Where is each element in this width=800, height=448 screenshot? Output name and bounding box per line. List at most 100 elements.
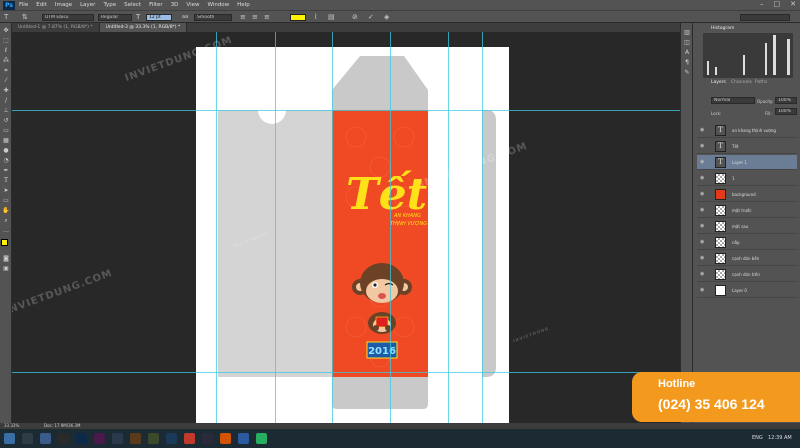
align-right-icon[interactable]: ≡ (264, 14, 270, 21)
layer-row[interactable]: ◉ 1 (697, 171, 797, 186)
more-tools-icon[interactable]: … (2, 227, 10, 235)
canvas-area[interactable]: Tết AN KHANG THỊNH VƯỢNG 2016 INVIETDUNG… (12, 32, 680, 424)
tab-untitled-3[interactable]: Untitled-3 @ 33.3% (1, RGB/8*) * (99, 23, 188, 32)
taskbar-app-icon[interactable] (130, 433, 141, 444)
taskbar-app-icon[interactable] (22, 433, 33, 444)
layer-row[interactable]: ◉ T Layer 1 (697, 155, 797, 170)
align-left-icon[interactable]: ≡ (240, 14, 246, 21)
3d-text-icon[interactable]: ◈ (384, 14, 389, 21)
visibility-eye-icon[interactable]: ◉ (700, 287, 704, 293)
visibility-eye-icon[interactable]: ◉ (700, 127, 704, 133)
gradient-tool-icon[interactable]: ▦ (2, 137, 10, 145)
menu-select[interactable]: Select (124, 2, 141, 8)
menu-file[interactable]: File (19, 2, 28, 8)
hotline-banner[interactable]: Hotline (024) 35 406 124 (632, 372, 800, 422)
toggle-orientation-icon[interactable]: ⇅ (22, 14, 28, 21)
lasso-tool-icon[interactable]: ℓ (2, 47, 10, 55)
hand-tool-icon[interactable]: ✋ (2, 207, 10, 215)
zoom-level[interactable]: 33.33% (4, 423, 19, 428)
taskbar-app-icon[interactable] (148, 433, 159, 444)
healing-brush-tool-icon[interactable]: ✚ (2, 87, 10, 95)
eyedropper-tool-icon[interactable]: ⁄ (2, 77, 10, 85)
close-icon[interactable]: ✕ (790, 0, 796, 8)
font-family-select[interactable]: UTM Ebisu (42, 14, 94, 21)
properties-panel-icon[interactable]: ◫ (683, 39, 691, 47)
character-panel-icon[interactable]: ▤ (328, 14, 335, 21)
visibility-eye-icon[interactable]: ◉ (700, 159, 704, 165)
taskbar-app-icon[interactable] (94, 433, 105, 444)
tab-channels[interactable]: Channels (731, 80, 752, 85)
taskbar-app-icon[interactable] (184, 433, 195, 444)
commit-icon[interactable]: ✓ (368, 14, 374, 21)
visibility-eye-icon[interactable]: ◉ (700, 143, 704, 149)
move-tool-icon[interactable]: ✥ (2, 27, 10, 35)
dodge-tool-icon[interactable]: ◔ (2, 157, 10, 165)
character-panel-icon[interactable]: A (683, 49, 691, 57)
minimize-icon[interactable]: – (760, 0, 764, 8)
opacity-input[interactable]: 100% (775, 97, 797, 104)
taskbar-app-icon[interactable] (58, 433, 69, 444)
menu-help[interactable]: Help (237, 2, 250, 8)
visibility-eye-icon[interactable]: ◉ (700, 223, 704, 229)
brush-tool-icon[interactable]: / (2, 97, 10, 105)
warp-text-icon[interactable]: ⌇ (314, 14, 317, 21)
visibility-eye-icon[interactable]: ◉ (700, 191, 704, 197)
doc-size[interactable]: Doc: 17.9M/36.3M (44, 423, 80, 428)
screen-mode-icon[interactable]: ▣ (2, 265, 10, 273)
tab-untitled-1[interactable]: Untitled-1 @ 7.87% (1, RGB/8*) * (12, 23, 100, 32)
menu-filter[interactable]: Filter (149, 2, 163, 8)
brush-panel-icon[interactable]: ✎ (683, 69, 691, 77)
foreground-color-swatch[interactable] (1, 239, 8, 246)
start-icon[interactable] (4, 433, 15, 444)
quick-select-tool-icon[interactable]: ⁂ (2, 57, 10, 65)
marquee-tool-icon[interactable]: ⬚ (2, 37, 10, 45)
type-tool-icon[interactable]: T (2, 177, 10, 185)
antialias-select[interactable]: Smooth (194, 14, 232, 21)
taskbar-app-icon[interactable] (256, 433, 267, 444)
taskbar-app-icon[interactable] (238, 433, 249, 444)
layer-row[interactable]: ◉ Layer 0 (697, 283, 797, 298)
menu-layer[interactable]: Layer (80, 2, 95, 8)
blend-mode-select[interactable]: Normal (711, 97, 755, 104)
menu-type[interactable]: Type (103, 2, 116, 8)
visibility-eye-icon[interactable]: ◉ (700, 255, 704, 261)
clock[interactable]: 12:39 AM (768, 435, 792, 441)
maximize-icon[interactable]: □ (774, 0, 781, 8)
taskbar-app-icon[interactable] (202, 433, 213, 444)
history-brush-tool-icon[interactable]: ↺ (2, 117, 10, 125)
menu-window[interactable]: Window (207, 2, 229, 8)
path-select-tool-icon[interactable]: ➤ (2, 187, 10, 195)
taskbar-app-icon[interactable] (40, 433, 51, 444)
pen-tool-icon[interactable]: ✒ (2, 167, 10, 175)
text-color-swatch[interactable] (290, 14, 306, 21)
document-artboard[interactable]: Tết AN KHANG THỊNH VƯỢNG 2016 (196, 47, 509, 424)
menu-image[interactable]: Image (55, 2, 72, 8)
layer-row[interactable]: ◉ mặt trước (697, 203, 797, 218)
layer-row[interactable]: ◉ cạnh dán trên (697, 267, 797, 282)
blur-tool-icon[interactable]: ● (2, 147, 10, 155)
tab-layers[interactable]: Layers (711, 80, 726, 85)
layer-row[interactable]: ◉ mặt sau (697, 219, 797, 234)
align-center-icon[interactable]: ≡ (252, 14, 258, 21)
visibility-eye-icon[interactable]: ◉ (700, 271, 704, 277)
layer-row[interactable]: ◉ T Tết (697, 139, 797, 154)
histogram-title[interactable]: Histogram (711, 26, 734, 31)
layer-row[interactable]: ◉ cạnh dán bên (697, 251, 797, 266)
font-style-select[interactable]: Regular (98, 14, 132, 21)
taskbar-app-icon[interactable] (166, 433, 177, 444)
quick-mask-icon[interactable]: ◙ (2, 255, 10, 263)
zoom-tool-icon[interactable]: ⌕ (2, 217, 10, 225)
shape-tool-icon[interactable]: ▭ (2, 197, 10, 205)
language-indicator[interactable]: ENG (752, 435, 763, 441)
clone-stamp-tool-icon[interactable]: ⊥ (2, 107, 10, 115)
crop-tool-icon[interactable]: ⌗ (2, 67, 10, 75)
photoshop-taskbar-icon[interactable] (76, 433, 87, 444)
menu-view[interactable]: View (186, 2, 199, 8)
taskbar-app-icon[interactable] (112, 433, 123, 444)
visibility-eye-icon[interactable]: ◉ (700, 239, 704, 245)
layer-row[interactable]: ◉ background (697, 187, 797, 202)
type-tool-preset-icon[interactable]: T (4, 14, 8, 21)
taskbar-app-icon[interactable] (220, 433, 231, 444)
paragraph-panel-icon[interactable]: ¶ (683, 59, 691, 67)
eraser-tool-icon[interactable]: ▭ (2, 127, 10, 135)
